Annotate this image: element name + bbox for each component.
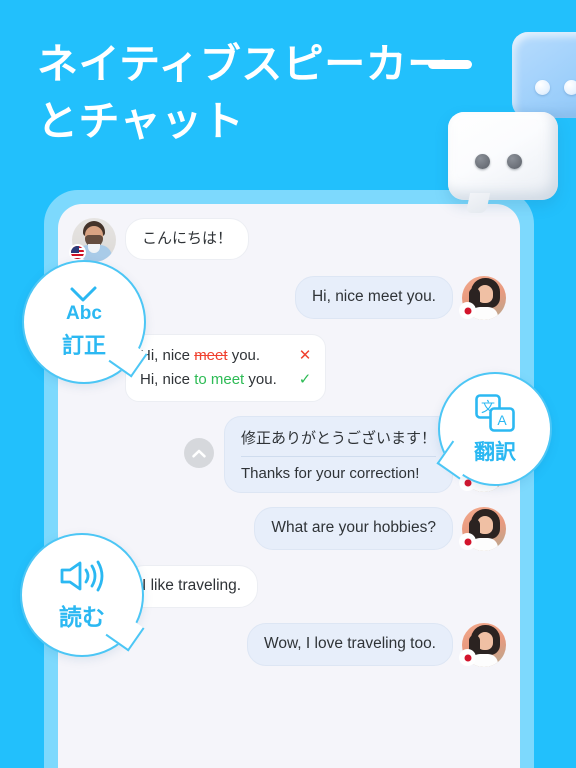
correction-fixed-line: Hi, nice to meet you. ✓ [140, 368, 311, 392]
collapse-translation-button[interactable] [183, 438, 214, 468]
chevron-up-icon [192, 449, 206, 457]
flag-jp-icon [459, 302, 476, 319]
message-bubble[interactable]: Hi, nice meet you. [294, 276, 453, 319]
bubble-dot [564, 80, 576, 95]
message-bubble[interactable]: Wow, I love traveling too. [246, 623, 453, 666]
avatar-learner[interactable] [459, 623, 506, 667]
avatar-learner[interactable] [459, 276, 506, 320]
flag-us-icon [69, 244, 86, 261]
speaker-icon [60, 560, 104, 591]
message-bubble[interactable]: こんにちは！ [125, 218, 250, 261]
badge-caption: 翻訳 [474, 440, 516, 464]
feature-badge-translate[interactable]: 文 A 翻訳 [436, 372, 552, 486]
translated-message-bubble[interactable]: 修正ありがとうございます！ Thanks for your correction… [223, 416, 453, 493]
badge-caption: 読む [59, 603, 105, 630]
corrected-prefix: Hi, nice [140, 371, 195, 388]
translated-target-text: Thanks for your correction! [240, 465, 420, 482]
chat-message-row: こんにちは！ [69, 218, 506, 262]
flag-jp-icon [459, 649, 476, 666]
check-icon [70, 286, 97, 301]
correction-bubble[interactable]: Hi, nice meet you. ✕ Hi, nice to meet yo… [125, 334, 327, 402]
correction-wrong-word: meet [194, 347, 228, 364]
bubble-dot [535, 80, 550, 95]
message-bubble[interactable]: What are your hobbies? [254, 507, 453, 550]
feature-badge-read-aloud[interactable]: 読む [20, 533, 145, 657]
page-title: ネイティブスピーカー とチャット [37, 41, 449, 144]
bubble-dot [475, 154, 490, 169]
bubble-dot [507, 154, 522, 169]
correction-error-icon: ✕ [298, 347, 312, 364]
correction-prefix: Hi, nice [140, 347, 195, 364]
chat-bubble-3d-back-icon [512, 32, 576, 118]
chat-message-row: What are your hobbies? [72, 507, 506, 551]
avatar-native-speaker[interactable] [69, 218, 116, 262]
badge-caption: 訂正 [61, 332, 106, 358]
badge-icon-label: Abc [66, 302, 102, 324]
translated-source-text: 修正ありがとうございます！ [240, 427, 436, 457]
message-bubble[interactable]: I like traveling. [125, 565, 259, 608]
flag-jp-icon [459, 533, 476, 550]
correction-success-icon: ✓ [298, 371, 312, 388]
avatar-learner[interactable] [459, 507, 506, 551]
correction-original-line: Hi, nice meet you. ✕ [140, 344, 311, 368]
feature-badge-correction[interactable]: Abc 訂正 [22, 260, 148, 384]
corrected-word: to meet [194, 371, 245, 388]
corrected-suffix: you. [244, 371, 277, 388]
svg-text:A: A [497, 412, 507, 428]
translate-icon: 文 A [475, 393, 515, 432]
correction-suffix: you. [227, 347, 261, 364]
